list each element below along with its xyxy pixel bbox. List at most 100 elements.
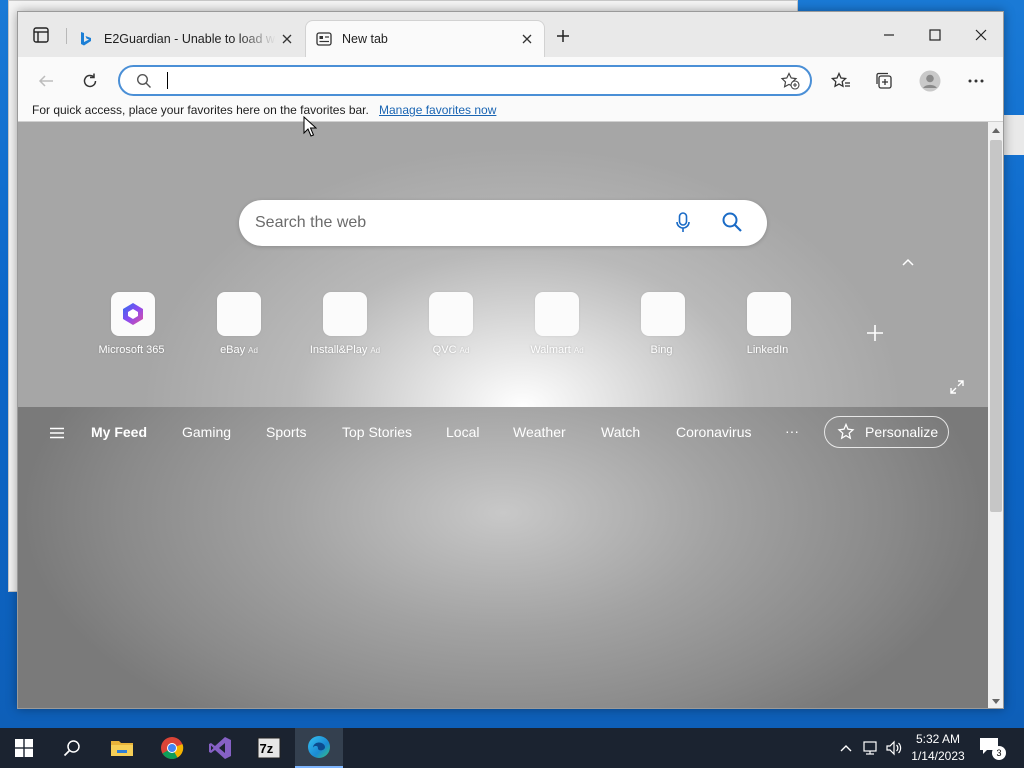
tab-actions-icon[interactable]	[28, 24, 54, 46]
7zip-icon: 7z	[257, 737, 281, 759]
vertical-scrollbar[interactable]	[988, 122, 1003, 708]
linkedin-icon	[747, 292, 791, 336]
search-icon	[63, 740, 80, 757]
quick-link-install-play[interactable]: Install&Play Ad	[292, 292, 398, 372]
tab-title: New tab	[342, 32, 388, 46]
settings-more-icon[interactable]	[961, 67, 991, 95]
bing-favicon-icon	[78, 31, 94, 47]
sparkle-star-icon	[837, 423, 855, 440]
web-search-box[interactable]	[239, 200, 767, 246]
feed-tab-my-feed[interactable]: My Feed	[91, 424, 147, 440]
tab-title: E2Guardian - Unable to load web page	[104, 31, 276, 46]
feed-navigation: My Feed Gaming Sports Top Stories Local …	[18, 416, 988, 458]
text-caret	[167, 72, 168, 89]
close-window-button[interactable]	[958, 20, 1003, 50]
add-favorite-icon[interactable]	[780, 72, 800, 95]
bing-icon	[641, 292, 685, 336]
profile-avatar-icon[interactable]	[915, 67, 945, 95]
file-explorer-icon	[111, 741, 133, 756]
search-icon	[136, 73, 152, 94]
quick-link-label: Bing	[650, 344, 673, 356]
microsoft-365-icon	[111, 292, 155, 336]
background-window-edge	[1004, 115, 1024, 155]
feed-tab-gaming[interactable]: Gaming	[182, 424, 231, 440]
taskbar-clock[interactable]: 5:32 AM 1/14/2023	[905, 731, 971, 765]
refresh-icon[interactable]	[75, 67, 105, 95]
minimize-button[interactable]	[866, 20, 912, 50]
volume-button[interactable]	[883, 728, 905, 768]
edge-browser-window: E2Guardian - Unable to load web page New…	[17, 11, 1004, 709]
quick-links: Microsoft 365 eBay Ad Install&Play Ad QVC A…	[18, 292, 988, 372]
visual-studio-button[interactable]	[196, 728, 244, 768]
chevron-up-icon[interactable]	[898, 254, 918, 270]
add-quick-link-button[interactable]	[862, 320, 888, 346]
new-tab-button[interactable]	[550, 24, 576, 48]
personalize-button[interactable]: Personalize	[824, 416, 949, 448]
start-button[interactable]	[0, 728, 48, 768]
feed-tab-coronavirus[interactable]: Coronavirus	[676, 424, 751, 440]
favorites-bar: For quick access, place your favorites h…	[18, 103, 1003, 123]
tab-bar: E2Guardian - Unable to load web page New…	[18, 12, 1003, 57]
chevron-up-icon	[840, 745, 852, 752]
windows-taskbar: 7z 5:32 AM 1/14/2023 3	[0, 728, 1024, 768]
ad-badge: Ad	[459, 346, 470, 355]
action-center-button[interactable]: 3	[978, 736, 1008, 760]
7zip-button[interactable]: 7z	[245, 728, 293, 768]
speaker-icon	[886, 740, 902, 756]
network-button[interactable]	[860, 728, 882, 768]
ebay-icon	[217, 292, 261, 336]
tab-new-tab[interactable]: New tab	[305, 20, 545, 57]
taskbar-search-button[interactable]	[48, 728, 96, 768]
quick-link-bing[interactable]: Bing	[610, 292, 716, 372]
maximize-button[interactable]	[912, 20, 958, 50]
quick-link-linkedin[interactable]: LinkedIn	[716, 292, 822, 372]
clock-time: 5:32 AM	[915, 732, 961, 746]
mouse-cursor-icon	[303, 115, 318, 143]
show-hidden-icons-button[interactable]	[836, 728, 856, 768]
tab-separator	[66, 28, 67, 44]
quick-link-label: eBay	[220, 344, 246, 356]
edge-button[interactable]	[295, 728, 343, 768]
feed-tab-top-stories[interactable]: Top Stories	[342, 424, 412, 440]
scroll-up-arrow-icon[interactable]	[988, 124, 1003, 136]
web-search-input[interactable]	[255, 212, 655, 234]
address-input[interactable]	[164, 71, 764, 91]
ad-badge: Ad	[573, 346, 584, 355]
notification-count-badge: 3	[992, 746, 1006, 760]
feed-more-button[interactable]: ···	[785, 423, 799, 439]
quick-link-walmart[interactable]: Walmart Ad	[504, 292, 610, 372]
quick-link-microsoft-365[interactable]: Microsoft 365	[80, 292, 186, 372]
tab-close-icon[interactable]	[276, 28, 298, 50]
new-tab-page-icon	[316, 31, 332, 47]
favorites-icon[interactable]	[826, 67, 856, 95]
quick-link-qvc[interactable]: QVC Ad	[398, 292, 504, 372]
hamburger-menu-icon[interactable]	[48, 424, 66, 442]
address-bar[interactable]	[118, 65, 812, 96]
quick-link-ebay[interactable]: eBay Ad	[186, 292, 292, 372]
chrome-button[interactable]	[148, 728, 196, 768]
microphone-icon[interactable]	[675, 212, 691, 239]
expand-icon[interactable]	[948, 378, 966, 396]
qvc-icon	[429, 292, 473, 336]
back-icon[interactable]	[31, 67, 61, 95]
feed-tab-watch[interactable]: Watch	[601, 424, 640, 440]
collections-icon[interactable]	[870, 67, 900, 95]
network-icon	[863, 741, 877, 755]
feed-tab-sports[interactable]: Sports	[266, 424, 306, 440]
tab-close-icon[interactable]	[516, 28, 538, 50]
scroll-down-arrow-icon[interactable]	[988, 696, 1003, 708]
search-submit-icon[interactable]	[721, 211, 743, 238]
quick-link-label: Walmart	[530, 344, 571, 356]
feed-tab-weather[interactable]: Weather	[513, 424, 566, 440]
quick-link-label: QVC	[432, 344, 457, 356]
feed-tab-local[interactable]: Local	[446, 424, 479, 440]
ad-badge: Ad	[370, 346, 381, 355]
quick-link-label: Microsoft 365	[98, 344, 165, 356]
svg-text:7z: 7z	[260, 741, 274, 756]
manage-favorites-link[interactable]: Manage favorites now	[379, 103, 496, 117]
tab-e2guardian[interactable]: E2Guardian - Unable to load web page	[68, 20, 304, 57]
file-explorer-button[interactable]	[98, 728, 146, 768]
personalize-label: Personalize	[865, 424, 939, 440]
quick-link-label: Install&Play	[309, 344, 368, 356]
scrollbar-thumb[interactable]	[990, 140, 1002, 512]
